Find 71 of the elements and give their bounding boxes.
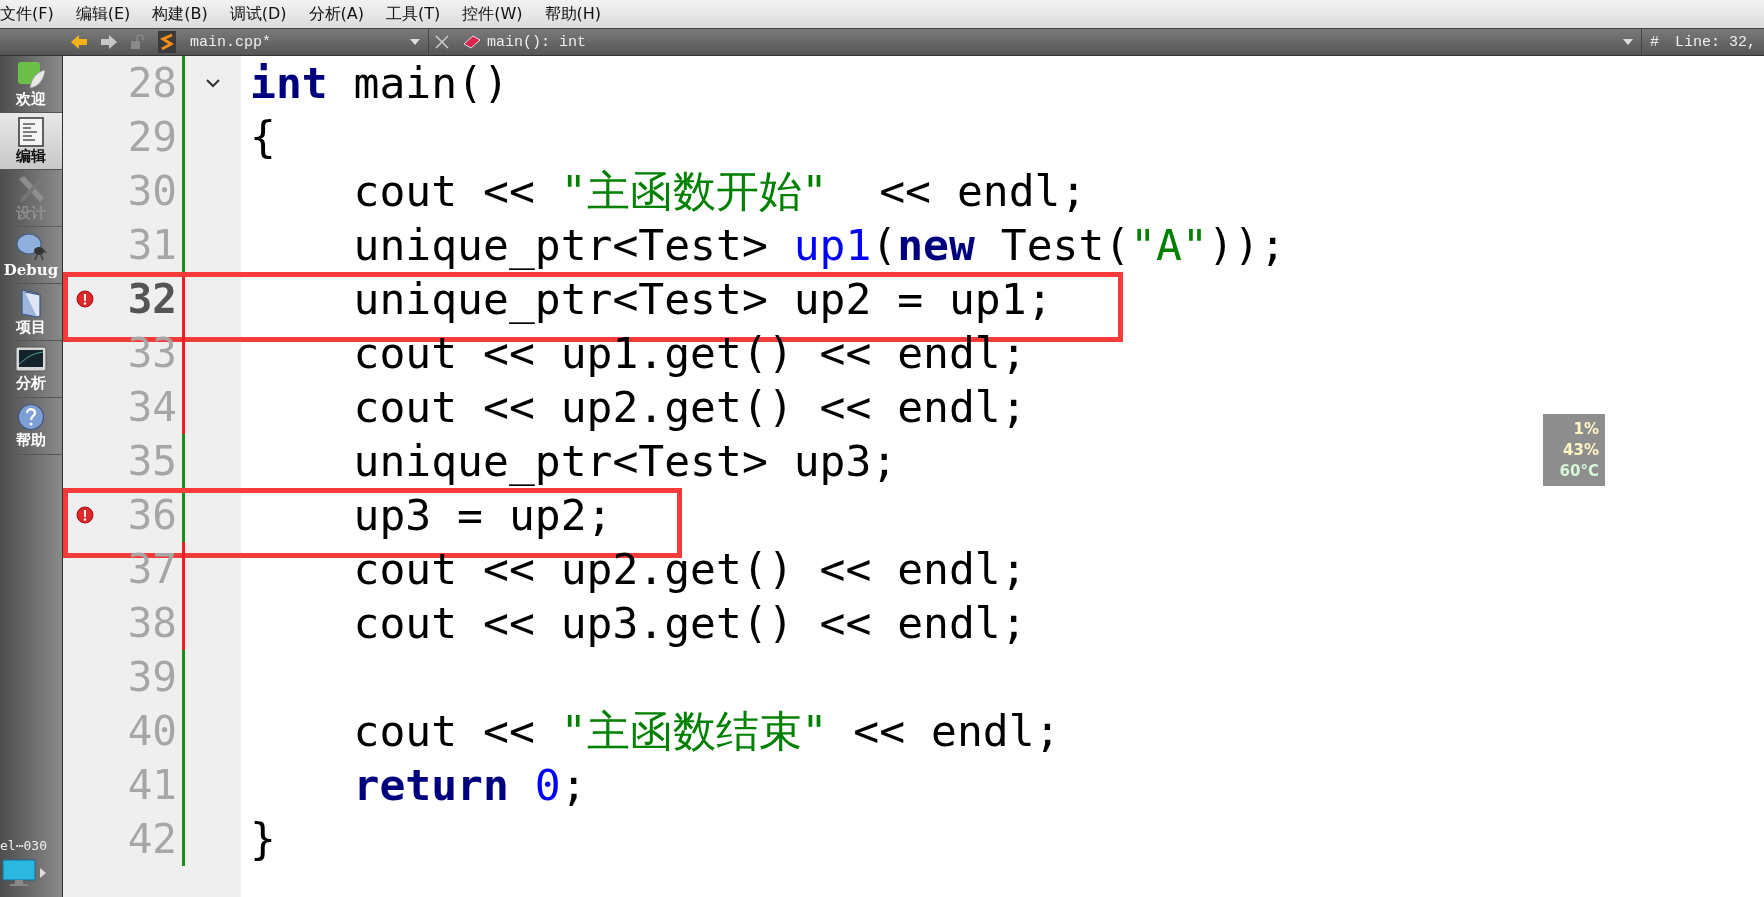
code-line: } xyxy=(249,813,276,866)
line-number: 41 xyxy=(126,761,177,809)
line-marker: # xyxy=(1648,33,1660,51)
line-number: 36 xyxy=(126,491,177,539)
line-number: 37 xyxy=(126,545,177,593)
expand-arrow-icon[interactable] xyxy=(40,868,46,878)
code-line: cout << "主函数开始" << endl; xyxy=(352,165,1087,218)
line-number: 40 xyxy=(126,707,177,755)
menu-item[interactable]: 文件(F) xyxy=(0,3,54,25)
code-line: cout << up1.get() << endl; xyxy=(352,327,1027,380)
code-line: cout << up2.get() << endl; xyxy=(352,543,1027,596)
menu-item[interactable]: 工具(T) xyxy=(386,3,441,25)
code-line: unique_ptr<Test> up2 = up1; xyxy=(352,273,1053,326)
code-line: cout << up2.get() << endl; xyxy=(352,381,1027,434)
code-line: int main() xyxy=(249,57,509,110)
code-line: up3 = up2; xyxy=(352,489,613,542)
line-number: 31 xyxy=(126,221,177,269)
code-line: return 0; xyxy=(352,759,587,812)
bug-icon xyxy=(15,231,47,261)
monitor-reading: 43% xyxy=(1563,441,1599,459)
monitor-reading: 60°C xyxy=(1559,462,1599,480)
symbol-selector[interactable]: main(): int xyxy=(455,29,1642,55)
code-line: cout << "主函数结束" << endl; xyxy=(352,705,1061,758)
line-number: 42 xyxy=(126,815,177,863)
back-arrow-icon[interactable] xyxy=(70,34,88,50)
mode-button[interactable]: Debug xyxy=(0,227,62,284)
ruler-pencil-icon xyxy=(16,173,46,204)
file-selector[interactable]: main.cpp* xyxy=(182,29,429,55)
kit-label: el⋯030 xyxy=(0,838,48,855)
menu-item[interactable]: 编辑(E) xyxy=(75,3,131,25)
document-icon xyxy=(18,116,44,147)
line-number: 34 xyxy=(126,383,177,431)
code-line: unique_ptr<Test> up1(new Test("A")); xyxy=(352,219,1286,272)
line-number: 29 xyxy=(126,113,177,161)
line-number: 30 xyxy=(126,167,177,215)
breakpoint-icon[interactable] xyxy=(76,506,94,524)
oscilloscope-icon xyxy=(15,345,47,374)
mode-button[interactable]: 帮助 xyxy=(0,398,62,455)
menu-item[interactable]: 控件(W) xyxy=(462,3,523,25)
menu-item[interactable]: 分析(A) xyxy=(308,3,364,25)
line-number: 32 xyxy=(126,275,177,323)
line-number: 33 xyxy=(126,329,177,377)
folder-icon xyxy=(19,287,43,318)
breakpoint-icon[interactable] xyxy=(76,290,94,308)
menu-item[interactable]: 调试(D) xyxy=(229,3,287,25)
dropdown-icon xyxy=(410,39,420,45)
close-icon[interactable] xyxy=(435,35,449,49)
fold-chevron-icon[interactable] xyxy=(205,78,220,88)
line-number: 39 xyxy=(126,653,177,701)
menu-item[interactable]: 帮助(H) xyxy=(544,3,602,25)
mode-button[interactable]: 项目 xyxy=(0,284,62,341)
forward-arrow-icon[interactable] xyxy=(100,34,118,50)
menu-item[interactable]: 构建(B) xyxy=(152,3,208,25)
code-line: cout << up3.get() << endl; xyxy=(352,597,1027,650)
line-number: 38 xyxy=(126,599,177,647)
line-number: 28 xyxy=(126,59,177,107)
cursor-position: Line: 32, xyxy=(1674,33,1757,51)
symbol-name: main(): int xyxy=(487,33,587,51)
mode-button[interactable]: 编辑 xyxy=(0,113,62,170)
mode-button[interactable]: 欢迎 xyxy=(0,56,62,113)
mode-button[interactable]: 分析 xyxy=(0,341,62,398)
monitor-reading: 1% xyxy=(1573,420,1599,438)
monitor-icon[interactable] xyxy=(2,859,36,887)
dropdown-icon xyxy=(1622,39,1633,45)
leaf-logo-icon xyxy=(16,59,46,90)
help-icon xyxy=(17,402,45,431)
code-line: unique_ptr<Test> up3; xyxy=(352,435,898,488)
diamond-icon xyxy=(463,35,481,49)
code-line: { xyxy=(249,111,276,164)
code-file-icon xyxy=(158,31,176,53)
line-number: 35 xyxy=(126,437,177,485)
